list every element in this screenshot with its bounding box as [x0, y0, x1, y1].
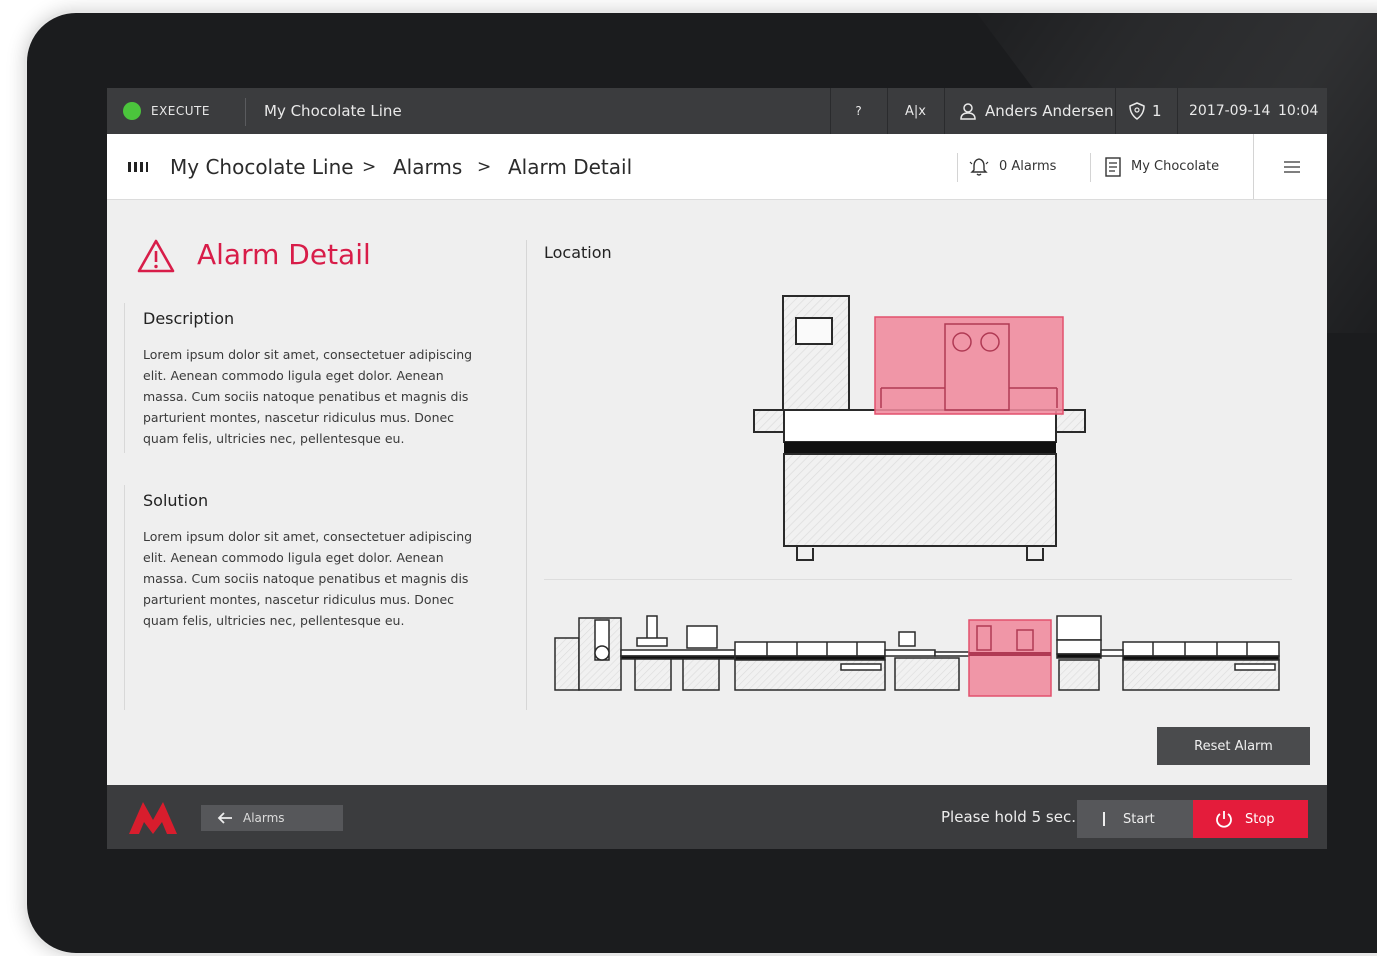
user-icon — [960, 103, 976, 120]
arrow-left-icon — [217, 812, 232, 824]
top-bar: EXECUTE My Chocolate Line ? A|x Anders A… — [107, 88, 1327, 134]
user-name: Anders Andersen — [985, 102, 1114, 120]
breadcrumb-separator: > — [362, 156, 377, 177]
reset-alarm-button[interactable]: Reset Alarm — [1157, 727, 1310, 765]
power-icon — [1216, 811, 1232, 828]
hold-hint: Please hold 5 sec. — [941, 808, 1076, 826]
back-label: Alarms — [243, 811, 285, 825]
status-indicator: EXECUTE — [123, 88, 210, 134]
solution-heading: Solution — [143, 491, 209, 510]
shield-button[interactable]: 1 — [1128, 88, 1162, 134]
warning-icon — [137, 239, 175, 273]
description-line: elit. Aenean commodo ligula eget dolor. … — [143, 368, 444, 383]
solution-line: Lorem ipsum dolor sit amet, consectetuer… — [143, 529, 473, 544]
solution-text: Lorem ipsum dolor sit amet, consectetuer… — [143, 526, 483, 631]
alarms-count-button[interactable]: 0 Alarms — [969, 134, 1056, 199]
breadcrumb-item-current: Alarm Detail — [508, 154, 633, 179]
start-icon — [1103, 812, 1105, 826]
alarms-count: 0 Alarms — [999, 159, 1057, 174]
shield-count: 1 — [1152, 102, 1162, 120]
solution-line: elit. Aenean commodo ligula eget dolor. … — [143, 550, 444, 565]
recipe-button[interactable]: My Chocolate — [1104, 134, 1219, 199]
main-menu-button[interactable] — [1283, 134, 1301, 199]
document-icon — [1105, 156, 1121, 177]
hamburger-icon — [1284, 160, 1300, 173]
description-heading: Description — [143, 309, 235, 328]
location-label: Location — [544, 243, 612, 262]
start-label: Start — [1123, 811, 1155, 827]
date-display: 2017-09-14 — [1189, 103, 1271, 119]
breadcrumb-bar: My Chocolate Line > Alarms > Alarm Detai… — [107, 134, 1327, 200]
description-line: quam felis, ultricies nec, pellentesque … — [143, 431, 405, 446]
user-button[interactable]: Anders Andersen — [959, 88, 1114, 134]
breadcrumb-item-line[interactable]: My Chocolate Line — [170, 134, 354, 199]
description-text: Lorem ipsum dolor sit amet, consectetuer… — [143, 344, 483, 449]
recipe-name: My Chocolate — [1131, 159, 1220, 174]
breadcrumb-item-alarms[interactable]: Alarms — [393, 134, 462, 199]
description-line: parturient montes, nascetur ridiculus mu… — [143, 410, 455, 425]
solution-line: quam felis, ultricies nec, pellentesque … — [143, 613, 405, 628]
start-button[interactable]: Start — [1077, 800, 1193, 838]
hmi-screen: EXECUTE My Chocolate Line ? A|x Anders A… — [107, 88, 1327, 849]
page-title: Alarm Detail — [197, 238, 371, 271]
line-name: My Chocolate Line — [264, 102, 402, 120]
breadcrumb-separator: > — [477, 156, 492, 177]
status-label: EXECUTE — [151, 104, 210, 118]
help-button[interactable]: ? — [830, 88, 887, 134]
shield-icon — [1129, 102, 1145, 120]
language-button[interactable]: A|x — [887, 88, 944, 134]
back-button[interactable]: Alarms — [201, 805, 343, 831]
description-line: massa. Cum sociis natoque penatibus et m… — [143, 389, 469, 404]
production-line-diagram — [554, 615, 1280, 697]
machine-detail-diagram — [753, 295, 1086, 561]
stop-button[interactable]: Stop — [1193, 800, 1308, 838]
bars-icon — [128, 161, 148, 172]
stop-label: Stop — [1245, 811, 1275, 827]
time-display: 10:04 — [1278, 103, 1319, 119]
status-dot-icon — [123, 102, 141, 120]
bottom-bar: Alarms Please hold 5 sec. Start Stop — [107, 785, 1327, 849]
solution-line: massa. Cum sociis natoque penatibus et m… — [143, 571, 469, 586]
solution-line: parturient montes, nascetur ridiculus mu… — [143, 592, 455, 607]
menu-toggle[interactable] — [127, 134, 149, 199]
brand-logo — [129, 802, 177, 834]
description-line: Lorem ipsum dolor sit amet, consectetuer… — [143, 347, 473, 362]
bell-icon — [969, 157, 989, 176]
